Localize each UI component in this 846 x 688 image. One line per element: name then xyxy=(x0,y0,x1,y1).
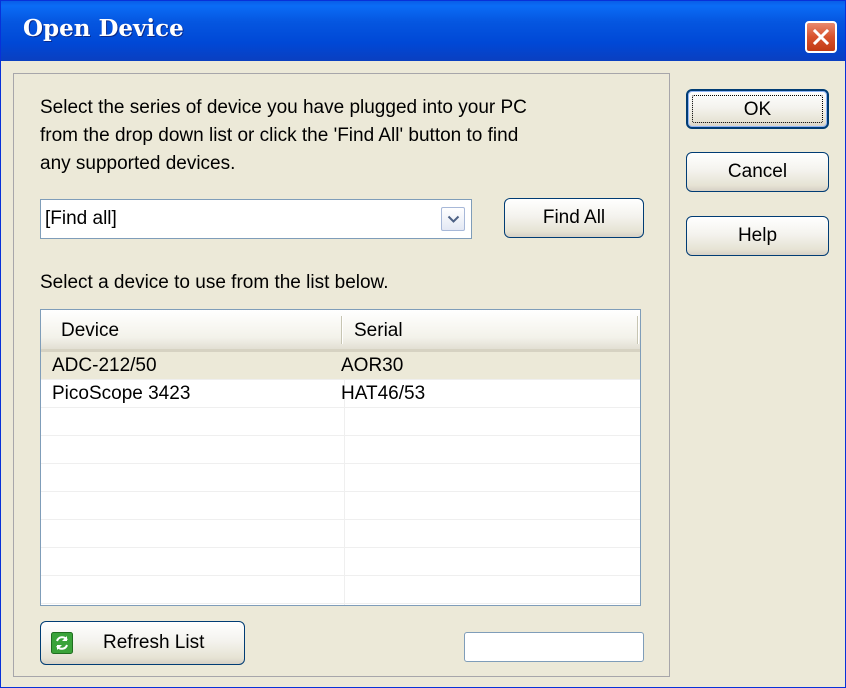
list-header: Device Serial xyxy=(41,310,640,352)
refresh-icon xyxy=(51,632,73,654)
dropdown-selected-value: [Find all] xyxy=(45,208,117,229)
refresh-list-button[interactable]: Refresh List xyxy=(40,621,245,665)
device-group: Select the series of device you have plu… xyxy=(13,73,670,677)
empty-row xyxy=(41,492,640,520)
column-header-device[interactable]: Device xyxy=(61,320,119,342)
device-list-label: Select a device to use from the list bel… xyxy=(40,272,389,293)
device-list[interactable]: Device Serial ADC-212/50 AOR30 PicoScope… xyxy=(40,309,641,606)
empty-row xyxy=(41,408,640,436)
table-row[interactable]: PicoScope 3423 HAT46/53 xyxy=(41,380,640,408)
dropdown-arrow-button[interactable] xyxy=(441,207,465,231)
instruction-line: any supported devices. xyxy=(40,153,236,174)
empty-row xyxy=(41,548,640,576)
column-divider[interactable] xyxy=(637,316,639,344)
device-cell: ADC-212/50 xyxy=(52,355,157,376)
instructions-text: Select the series of device you have plu… xyxy=(40,94,640,178)
empty-row xyxy=(41,576,640,604)
window-title: Open Device xyxy=(23,15,184,42)
instruction-line: Select the series of device you have plu… xyxy=(40,97,527,118)
refresh-list-label: Refresh List xyxy=(103,632,205,653)
find-all-button[interactable]: Find All xyxy=(504,198,644,238)
column-divider[interactable] xyxy=(341,316,343,344)
help-button[interactable]: Help xyxy=(686,216,829,256)
instruction-line: from the drop down list or click the 'Fi… xyxy=(40,125,519,146)
serial-cell: HAT46/53 xyxy=(341,383,426,404)
close-icon xyxy=(812,28,830,46)
title-bar[interactable]: Open Device xyxy=(1,1,845,61)
empty-row xyxy=(41,436,640,464)
ok-button[interactable]: OK xyxy=(686,89,829,129)
cancel-button[interactable]: Cancel xyxy=(686,152,829,192)
column-header-serial[interactable]: Serial xyxy=(354,320,403,342)
empty-row xyxy=(41,520,640,548)
chevron-down-icon xyxy=(447,215,460,223)
device-cell: PicoScope 3423 xyxy=(52,383,191,404)
device-series-dropdown[interactable]: [Find all] xyxy=(40,199,472,239)
open-device-dialog: Open Device Select the series of device … xyxy=(0,0,846,688)
empty-row xyxy=(41,464,640,492)
status-field xyxy=(464,632,644,662)
focus-rectangle xyxy=(692,95,823,123)
table-row[interactable]: ADC-212/50 AOR30 xyxy=(41,352,640,380)
serial-cell: AOR30 xyxy=(341,355,404,376)
close-button[interactable] xyxy=(805,21,837,53)
